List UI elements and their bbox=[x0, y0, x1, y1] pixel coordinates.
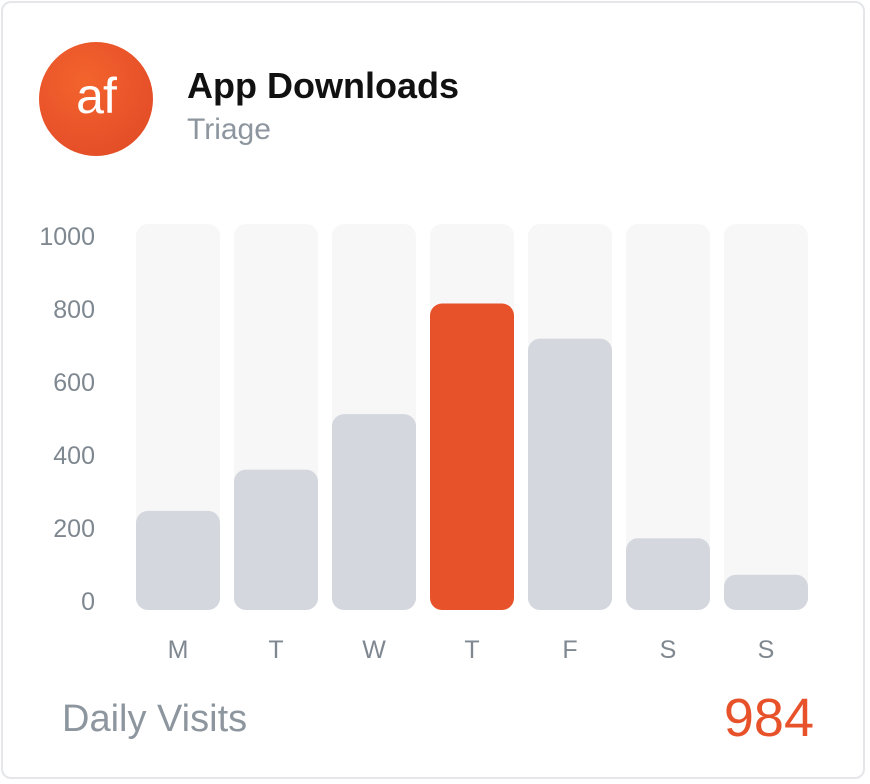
x-tick-label: T bbox=[464, 636, 479, 664]
x-tick-label: S bbox=[660, 636, 677, 664]
bar[interactable] bbox=[332, 414, 416, 610]
x-tick-label: M bbox=[168, 636, 189, 664]
bar-track bbox=[724, 224, 808, 610]
bar-highlighted[interactable] bbox=[430, 303, 514, 610]
daily-bar-chart: 0 200 400 600 800 1000 M T W T F S S bbox=[39, 223, 808, 664]
y-tick-label: 600 bbox=[53, 369, 95, 397]
bar[interactable] bbox=[234, 469, 318, 610]
x-tick-label: W bbox=[362, 636, 386, 664]
bar[interactable] bbox=[136, 510, 220, 610]
bar[interactable] bbox=[528, 338, 612, 610]
x-tick-label: T bbox=[268, 636, 283, 664]
bar[interactable] bbox=[724, 574, 808, 610]
bar[interactable] bbox=[626, 538, 710, 610]
y-tick-label: 800 bbox=[53, 296, 95, 324]
y-tick-label: 1000 bbox=[39, 223, 95, 251]
y-tick-label: 400 bbox=[53, 442, 95, 470]
x-tick-label: F bbox=[562, 636, 577, 664]
daily-visits-value: 984 bbox=[723, 688, 814, 748]
y-tick-label: 0 bbox=[81, 588, 95, 616]
daily-visits-label: Daily Visits bbox=[62, 698, 248, 740]
y-tick-label: 200 bbox=[53, 515, 95, 543]
x-tick-label: S bbox=[758, 636, 775, 664]
